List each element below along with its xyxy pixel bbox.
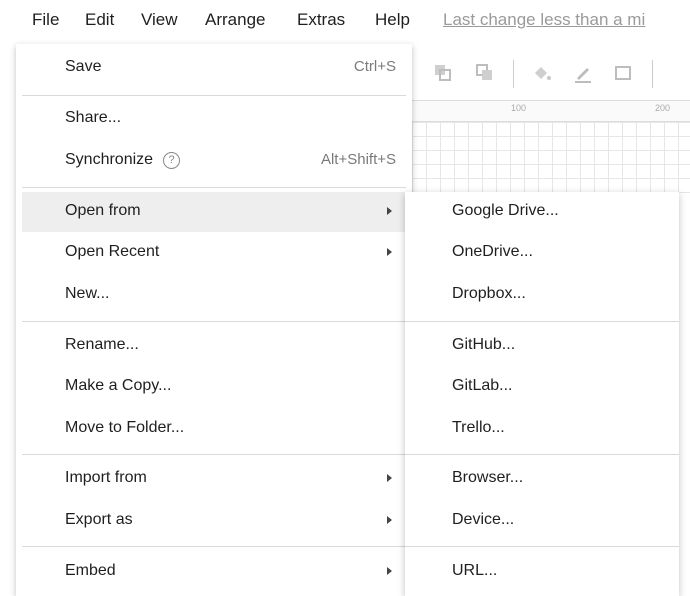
ruler-label: 200 xyxy=(655,103,671,113)
menu-item-synchronize[interactable]: Synchronize? Alt+Shift+S xyxy=(22,141,406,181)
diagram-canvas[interactable] xyxy=(412,122,690,202)
menu-item-make-copy[interactable]: Make a Copy... xyxy=(22,367,406,407)
submenu-item-label: Browser... xyxy=(452,469,524,486)
to-front-icon[interactable] xyxy=(432,62,454,84)
submenu-item-label: GitLab... xyxy=(452,377,513,394)
submenu-item-browser[interactable]: Browser... xyxy=(405,459,679,499)
submenu-item-google-drive[interactable]: Google Drive... xyxy=(405,192,679,232)
submenu-item-github[interactable]: GitHub... xyxy=(405,326,679,366)
menu-item-label: New... xyxy=(65,285,110,302)
toolbar xyxy=(412,48,690,101)
left-panel-edge xyxy=(0,46,16,596)
menu-separator xyxy=(22,321,406,322)
submenu-item-label: Trello... xyxy=(452,419,505,436)
last-change-link[interactable]: Last change less than a mi xyxy=(443,10,645,30)
submenu-item-label: OneDrive... xyxy=(452,243,533,260)
menu-item-label: Save xyxy=(65,58,102,75)
chevron-right-icon xyxy=(387,567,392,575)
menu-item-label: Rename... xyxy=(65,336,139,353)
file-menu: Save Ctrl+S Share... Synchronize? Alt+Sh… xyxy=(16,44,412,596)
menu-edit[interactable]: Edit xyxy=(85,10,114,30)
menu-item-label: Synchronize? xyxy=(65,151,181,169)
menu-view[interactable]: View xyxy=(141,10,178,30)
submenu-item-label: GitHub... xyxy=(452,336,516,353)
chevron-right-icon xyxy=(387,248,392,256)
menu-item-share[interactable]: Share... xyxy=(22,99,406,139)
menu-item-label: Open from xyxy=(65,202,141,219)
menu-item-embed[interactable]: Embed xyxy=(22,552,406,592)
to-back-icon[interactable] xyxy=(474,62,496,84)
menu-item-export-as[interactable]: Export as xyxy=(22,501,406,541)
menu-bar: File Edit View Arrange Extras Help Last … xyxy=(0,0,690,46)
submenu-item-device[interactable]: Device... xyxy=(405,501,679,541)
line-color-icon[interactable] xyxy=(572,62,594,84)
toolbar-divider xyxy=(513,60,514,88)
menu-item-open-from[interactable]: Open from xyxy=(22,192,406,232)
menu-item-label: Open Recent xyxy=(65,243,160,260)
menu-separator xyxy=(22,454,406,455)
menu-item-open-recent[interactable]: Open Recent xyxy=(22,233,406,273)
chevron-right-icon xyxy=(387,474,392,482)
submenu-item-url[interactable]: URL... xyxy=(405,552,679,592)
menu-item-rename[interactable]: Rename... xyxy=(22,326,406,366)
menu-file[interactable]: File xyxy=(32,10,59,30)
submenu-item-dropbox[interactable]: Dropbox... xyxy=(405,275,679,315)
submenu-item-gitlab[interactable]: GitLab... xyxy=(405,367,679,407)
menu-separator xyxy=(405,546,679,547)
fill-color-icon[interactable] xyxy=(530,62,552,84)
menu-item-label: Export as xyxy=(65,511,133,528)
menu-item-import-from[interactable]: Import from xyxy=(22,459,406,499)
shadow-icon[interactable] xyxy=(612,62,634,84)
chevron-right-icon xyxy=(387,207,392,215)
chevron-right-icon xyxy=(387,516,392,524)
menu-separator xyxy=(22,546,406,547)
submenu-item-label: Dropbox... xyxy=(452,285,526,302)
open-from-submenu: Google Drive... OneDrive... Dropbox... G… xyxy=(405,192,679,596)
menu-item-label: Move to Folder... xyxy=(65,419,185,436)
help-icon[interactable]: ? xyxy=(163,152,181,169)
shortcut-label: Alt+Shift+S xyxy=(320,151,396,168)
menu-item-save[interactable]: Save Ctrl+S xyxy=(22,48,406,88)
menu-separator xyxy=(405,454,679,455)
menu-separator xyxy=(22,187,406,188)
submenu-item-label: URL... xyxy=(452,562,498,579)
ruler-label: 100 xyxy=(511,103,527,113)
submenu-item-label: Google Drive... xyxy=(452,202,559,219)
menu-separator xyxy=(22,95,406,96)
shortcut-label: Ctrl+S xyxy=(353,58,396,75)
menu-separator xyxy=(405,321,679,322)
submenu-item-onedrive[interactable]: OneDrive... xyxy=(405,233,679,273)
menu-item-label: Import from xyxy=(65,469,147,486)
toolbar-divider xyxy=(652,60,653,88)
submenu-item-label: Device... xyxy=(452,511,515,528)
synchronize-label: Synchronize xyxy=(65,151,154,168)
menu-help[interactable]: Help xyxy=(375,10,410,30)
menu-item-label: Make a Copy... xyxy=(65,377,172,394)
menu-item-label: Share... xyxy=(65,109,122,126)
menu-item-label: Embed xyxy=(65,562,116,579)
menu-item-move-to-folder[interactable]: Move to Folder... xyxy=(22,409,406,449)
menu-extras[interactable]: Extras xyxy=(297,10,345,30)
menu-arrange[interactable]: Arrange xyxy=(205,10,265,30)
menu-item-new[interactable]: New... xyxy=(22,275,406,315)
submenu-item-trello[interactable]: Trello... xyxy=(405,409,679,449)
horizontal-ruler: 100 200 xyxy=(412,101,690,122)
